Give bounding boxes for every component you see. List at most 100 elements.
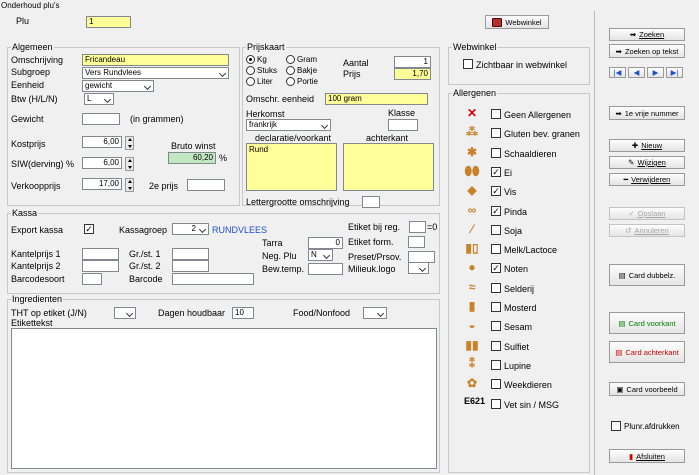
nieuw-button[interactable]: ✚ Nieuw (609, 139, 685, 152)
kostprijs-input[interactable]: 6,00 (82, 136, 122, 148)
achterkant-textarea[interactable] (343, 143, 434, 191)
milieuk-logo-label: Milieuk.logo (348, 264, 396, 274)
kantelprijs1-input[interactable] (82, 248, 119, 260)
tarra-input[interactable]: 0 (308, 237, 343, 249)
unit-label-gram: Gram (297, 55, 317, 64)
card-voorkant-button[interactable]: ▤ Card voorkant (609, 312, 685, 334)
first-record-button[interactable]: |◀ (609, 67, 626, 78)
last-record-button[interactable]: ▶| (666, 67, 683, 78)
afsluiten-button[interactable]: ▮ Afsluiten (609, 449, 685, 463)
verwijderen-button[interactable]: ━ Verwijderen (609, 173, 685, 186)
zoeken-tekst-button[interactable]: ➡ Zoeken op tekst (609, 44, 685, 58)
achterkant-label: achterkant (366, 133, 409, 143)
next-record-button[interactable]: ▶ (647, 67, 664, 78)
plunr-afdrukken-checkbox[interactable] (611, 421, 621, 431)
verkoopprijs-spinner[interactable] (125, 178, 134, 192)
zichtbaar-webwinkel-checkbox[interactable] (463, 59, 473, 69)
neg-plu-select[interactable]: N (308, 249, 333, 261)
annuleren-button[interactable]: ↺ Annuleren (609, 224, 685, 237)
unit-radio-liter[interactable] (246, 77, 255, 86)
etiket-bij-reg-input[interactable] (409, 221, 426, 233)
grst2-input[interactable] (172, 260, 209, 272)
card-achterkant-button[interactable]: ▤ Card achterkant (609, 341, 685, 363)
allergen-checkbox[interactable] (491, 398, 501, 409)
plu-label: Plu (16, 16, 30, 26)
allergen-label: Ei (504, 167, 513, 178)
siw-spinner[interactable] (125, 157, 134, 171)
prijskaart-title: Prijskaart (246, 42, 286, 52)
aantal-input[interactable]: 1 (394, 56, 431, 68)
opslaan-button[interactable]: ✓ Opslaan (609, 207, 685, 220)
allergen-checkbox[interactable] (491, 128, 501, 139)
kantelprijs2-input[interactable] (82, 260, 119, 272)
allergen-checkbox[interactable]: ✓ (491, 166, 501, 177)
allergen-checkbox[interactable] (491, 282, 501, 293)
allergen-checkbox[interactable]: ✓ (491, 263, 501, 274)
etiket-form-input[interactable] (408, 236, 425, 248)
allergen-checkbox[interactable] (491, 379, 501, 390)
card-voorbeeld-button[interactable]: ▣ Card voorbeeld (609, 382, 685, 396)
omschrijving-input[interactable]: Fricandeau (82, 54, 229, 66)
unit-radio-stuks[interactable] (246, 66, 255, 75)
previous-record-button[interactable]: ◀ (628, 67, 645, 78)
verkoopprijs-input[interactable]: 17,00 (82, 178, 122, 190)
food-select[interactable] (363, 307, 387, 319)
tht-select[interactable] (114, 307, 136, 319)
unit-radio-kg[interactable] (246, 55, 255, 64)
allergen-checkbox[interactable] (491, 359, 501, 370)
allergen-checkbox[interactable] (491, 340, 501, 351)
webwinkel-button-label: Webwinkel (505, 17, 542, 27)
plu-input[interactable]: 1 (86, 16, 131, 28)
unit-radio-bakje[interactable] (286, 66, 295, 75)
declaratie-label: declaratie/voorkant (255, 133, 332, 143)
allergen-label: Schaaldieren (504, 148, 557, 159)
siw-input[interactable]: 6,00 (82, 157, 122, 169)
eerste-vrije-button[interactable]: ➡ 1e vrije nummer (609, 106, 685, 120)
barcodesoort-input[interactable] (82, 273, 102, 285)
allergen-checkbox[interactable]: ✓ (491, 186, 501, 197)
allergen-checkbox[interactable] (491, 109, 501, 119)
egg-icon: ⬮⬮ (464, 163, 480, 178)
unit-label-bakje: Bakje (297, 66, 318, 75)
herkomst-select[interactable]: frankrijk (246, 119, 331, 131)
klasse-label: Klasse (388, 108, 416, 118)
eenheid-select[interactable]: gewicht (82, 80, 154, 92)
kassagroep-select[interactable]: 2 (172, 223, 209, 235)
zoeken-button[interactable]: ➡ Zoeken (609, 28, 685, 41)
allergen-checkbox[interactable] (491, 244, 501, 255)
barcode-input[interactable] (172, 273, 254, 285)
allergen-checkbox[interactable] (491, 147, 501, 158)
etiket-bij-reg-label: Etiket bij reg. (348, 222, 401, 232)
milieuk-logo-select[interactable] (408, 262, 429, 274)
export-kassa-checkbox[interactable]: ✓ (84, 224, 94, 234)
btw-select[interactable]: L (84, 93, 114, 105)
wijzigen-button[interactable]: ✎ Wijzigen (609, 156, 685, 169)
dagen-houdbaar-input[interactable]: 10 (232, 307, 254, 319)
kostprijs-spinner[interactable] (125, 136, 134, 150)
prijs-input[interactable]: 1,70 (394, 68, 431, 80)
grst1-input[interactable] (172, 248, 209, 260)
allergen-checkbox[interactable]: ✓ (491, 205, 501, 216)
card-dubbelz-button[interactable]: ▤ Card dubbelz. (609, 264, 685, 286)
allergen-checkbox[interactable] (491, 321, 501, 332)
gewicht-input[interactable] (82, 113, 120, 125)
dagen-houdbaar-label: Dagen houdbaar (158, 308, 226, 318)
tht-label: THT op etiket (J/N) (11, 308, 87, 318)
fish-icon: ◆ (467, 183, 477, 198)
unit-radio-portie[interactable] (286, 77, 295, 86)
unit-radio-gram[interactable] (286, 55, 295, 64)
tarra-label: Tarra (262, 238, 283, 248)
klasse-input[interactable] (388, 119, 418, 131)
declaratie-textarea[interactable]: Rund (246, 143, 337, 191)
shop-icon (492, 17, 503, 27)
mustard-icon: ▮ (468, 299, 476, 313)
allergen-checkbox[interactable] (491, 224, 501, 235)
etikettekst-textarea[interactable] (11, 328, 437, 469)
bew-temp-input[interactable] (308, 263, 343, 275)
allergen-checkbox[interactable] (491, 302, 501, 312)
webwinkel-button[interactable]: Webwinkel (485, 15, 549, 29)
lettergrootte-input[interactable] (362, 196, 380, 208)
subgroep-select[interactable]: Vers Rundvlees (82, 67, 229, 79)
tweede-prijs-input[interactable] (187, 179, 225, 191)
omschr-eenheid-input[interactable]: 100 gram (325, 93, 428, 105)
